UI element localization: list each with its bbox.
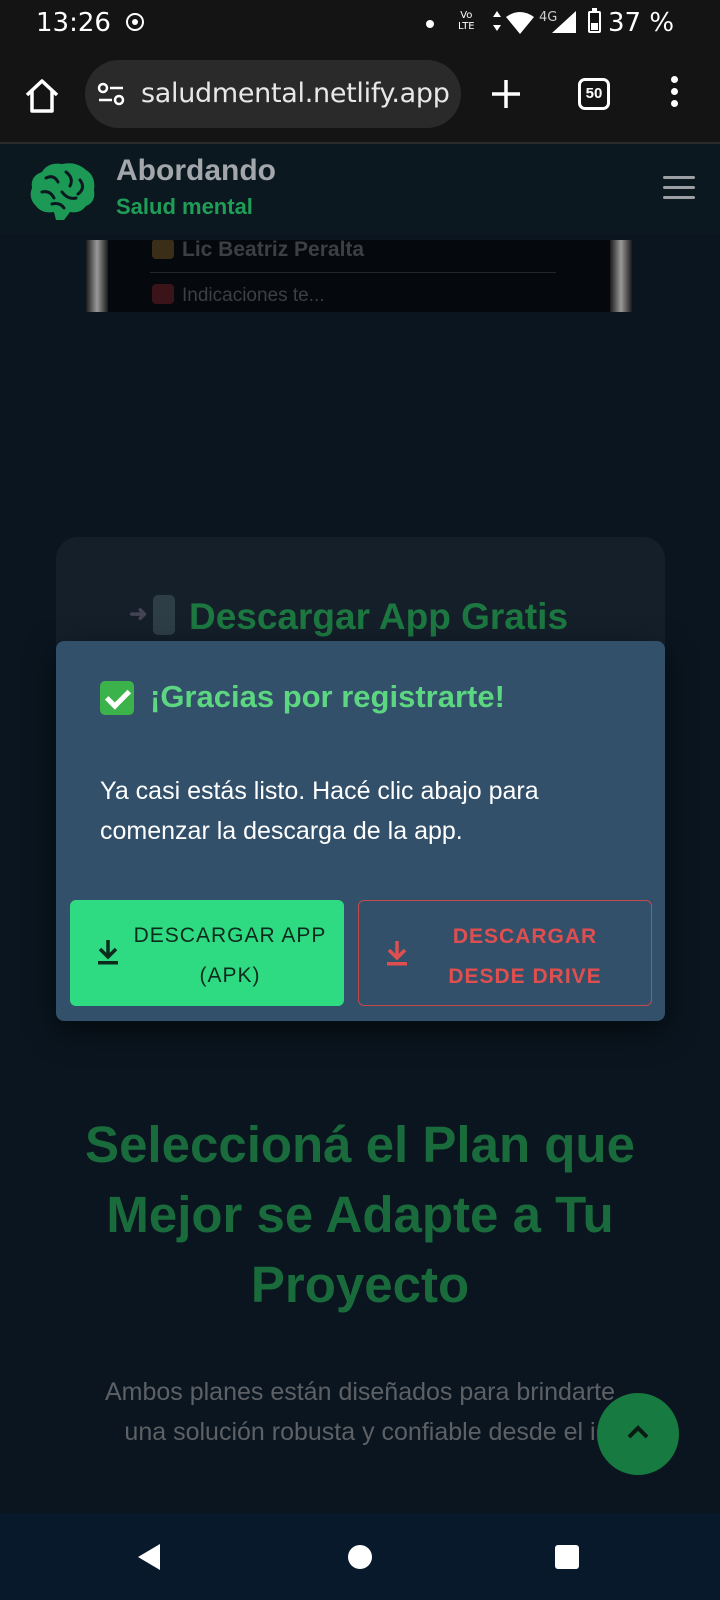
modal-title: ¡Gracias por registrarte!	[150, 679, 505, 714]
download-card-title: Descargar App Gratis	[188, 596, 569, 637]
address-bar[interactable]: saludmental.netlify.app	[85, 60, 461, 128]
peek-indications: Indicaciones te...	[182, 285, 325, 306]
data-activity-icon	[493, 11, 501, 31]
wifi-icon	[506, 12, 534, 34]
brand-subtitle[interactable]: Salud mental	[116, 194, 253, 220]
plans-subtitle: Ambos planes están diseñados para brinda…	[40, 1372, 680, 1452]
home-button[interactable]	[348, 1545, 372, 1569]
status-time: 13:26	[36, 8, 111, 38]
divider	[150, 272, 556, 273]
new-tab-icon[interactable]	[486, 74, 526, 114]
notification-dot-icon	[426, 20, 434, 28]
volte-indicator: Vo LTE	[458, 10, 475, 32]
mobile-phone-icon	[129, 595, 175, 635]
plans-subtitle-line1: Ambos planes están diseñados para brinda…	[104, 1378, 616, 1406]
download-drive-label: DESCARGAR DESDE DRIVE	[448, 925, 602, 988]
download-drive-button[interactable]: DESCARGAR DESDE DRIVE	[358, 900, 652, 1006]
registration-success-modal: ¡Gracias por registrarte! Ya casi estás …	[56, 641, 665, 1021]
download-icon	[387, 941, 407, 966]
cell-signal-icon	[552, 11, 576, 33]
brand-title[interactable]: Abordando	[116, 154, 276, 188]
system-navigation-bar	[0, 1513, 720, 1600]
carousel-card-peek: Lic Beatriz Peralta Indicaciones te...	[86, 240, 632, 312]
home-icon[interactable]	[22, 76, 62, 116]
download-apk-button[interactable]: DESCARGAR APP (APK)	[70, 900, 344, 1006]
site-settings-icon[interactable]	[97, 81, 127, 107]
download-icon	[98, 940, 118, 965]
chevron-up-icon	[627, 1425, 649, 1439]
screen-record-icon	[126, 13, 144, 31]
brain-logo-icon[interactable]	[28, 160, 98, 224]
status-bar: 13:26 Vo LTE 4G 37 %	[0, 0, 720, 48]
card-edge-left	[86, 240, 108, 312]
person-icon	[152, 240, 174, 259]
site-header: Abordando Salud mental	[0, 144, 720, 234]
card-edge-right	[610, 240, 632, 312]
browser-toolbar: saludmental.netlify.app 50	[0, 48, 720, 144]
battery-percent: 37 %	[608, 8, 675, 38]
battery-icon	[588, 8, 601, 33]
url-text[interactable]: saludmental.netlify.app	[141, 78, 450, 109]
browser-menu-icon[interactable]	[668, 76, 680, 116]
check-mark-icon	[100, 681, 134, 715]
plans-subtitle-line2: una solución robusta y confiable desde e…	[124, 1418, 596, 1446]
scroll-to-top-button[interactable]	[597, 1393, 679, 1475]
tab-switcher-button[interactable]: 50	[578, 78, 610, 110]
modal-body: Ya casi estás listo. Hacé clic abajo par…	[100, 777, 539, 845]
back-icon[interactable]	[136, 1543, 162, 1571]
pin-icon	[152, 284, 174, 304]
plans-heading: Seleccioná el Plan que Mejor se Adapte a…	[85, 1116, 635, 1313]
download-apk-label: DESCARGAR APP (APK)	[133, 924, 327, 987]
tab-count: 50	[585, 85, 603, 102]
hamburger-menu-icon[interactable]	[663, 176, 695, 200]
peek-name: Lic Beatriz Peralta	[182, 240, 365, 261]
recent-apps-button[interactable]	[555, 1545, 579, 1569]
